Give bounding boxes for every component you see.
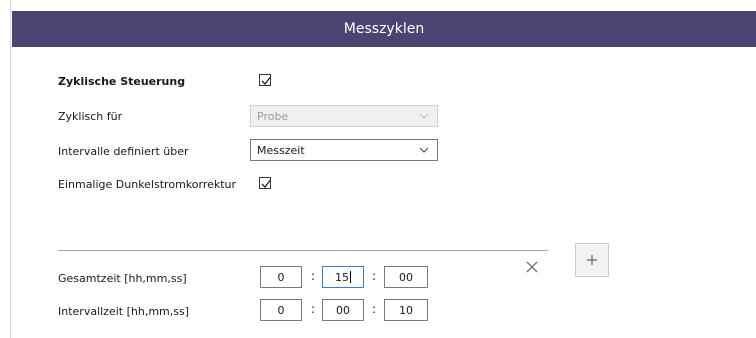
time-separator: :: [311, 269, 316, 283]
check-icon: [261, 180, 271, 188]
chevron-down-icon: [419, 113, 429, 119]
total-time-minutes-input[interactable]: 15: [322, 266, 364, 288]
close-icon[interactable]: [524, 259, 540, 275]
panel-title: Messzyklen: [343, 21, 425, 37]
cyclic-control-checkbox[interactable]: [259, 74, 271, 86]
check-icon: [261, 77, 271, 85]
total-time-hours-value: 0: [277, 270, 285, 284]
dark-current-label: Einmalige Dunkelstromkorrektur: [58, 178, 237, 191]
cyclic-control-label: Zyklische Steuerung: [58, 75, 186, 88]
total-time-seconds-value: 00: [399, 270, 413, 284]
time-separator: :: [372, 302, 377, 316]
interval-time-label: Intervallzeit [hh,mm,ss]: [58, 305, 190, 318]
dark-current-checkbox[interactable]: [259, 177, 271, 189]
time-separator: :: [372, 269, 377, 283]
add-button[interactable]: [575, 243, 609, 277]
total-time-minutes-value: 15: [335, 270, 349, 284]
interval-time-seconds-input[interactable]: 10: [384, 299, 428, 321]
interval-time-hours-value: 0: [277, 303, 285, 317]
time-separator: :: [311, 302, 316, 316]
interval-defined-select[interactable]: Messzeit: [250, 139, 438, 161]
interval-time-seconds-value: 10: [399, 303, 413, 317]
total-time-label: Gesamtzeit [hh,mm,ss]: [58, 272, 187, 285]
interval-time-minutes-input[interactable]: 00: [322, 299, 364, 321]
interval-time-hours-input[interactable]: 0: [260, 299, 302, 321]
panel-header: Messzyklen: [12, 11, 756, 47]
cyclic-for-select[interactable]: Probe: [250, 105, 438, 127]
interval-defined-label: Intervalle definiert über: [58, 145, 189, 158]
text-caret: [350, 271, 351, 283]
section-divider: [58, 250, 548, 251]
total-time-seconds-input[interactable]: 00: [384, 266, 428, 288]
interval-defined-value: Messzeit: [257, 143, 305, 157]
chevron-down-icon: [419, 147, 429, 153]
interval-time-minutes-value: 00: [336, 303, 350, 317]
plus-icon: [587, 255, 597, 265]
left-panel-border: [0, 0, 11, 338]
cyclic-for-label: Zyklisch für: [58, 110, 123, 123]
total-time-hours-input[interactable]: 0: [260, 266, 302, 288]
cyclic-for-value: Probe: [257, 109, 289, 123]
